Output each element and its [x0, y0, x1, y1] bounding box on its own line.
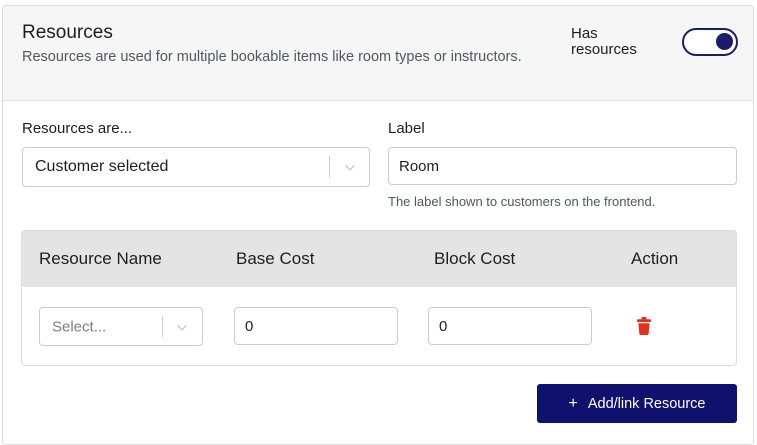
resources-panel: Resources Resources are used for multipl…	[2, 5, 754, 445]
resource-name-select[interactable]: Select...	[39, 307, 203, 346]
trash-icon[interactable]	[637, 317, 651, 335]
column-base-cost: Base Cost	[236, 249, 315, 268]
select-separator	[162, 316, 163, 337]
plus-icon: +	[568, 394, 578, 412]
chevron-down-icon	[344, 164, 356, 171]
label-input[interactable]	[388, 147, 737, 185]
panel-title: Resources	[22, 22, 113, 43]
toggle-knob	[716, 33, 733, 50]
table-row: Select...	[22, 287, 736, 365]
resources-are-value: Customer selected	[35, 158, 169, 175]
label-help-text: The label shown to customers on the fron…	[388, 194, 656, 209]
has-resources-toggle[interactable]	[682, 28, 738, 56]
has-resources-label: Has resources	[571, 25, 637, 58]
add-link-resource-button[interactable]: + Add/link Resource	[537, 384, 737, 423]
table-header: Resource Name Base Cost Block Cost Actio…	[22, 231, 736, 287]
column-resource-name: Resource Name	[39, 249, 162, 268]
resources-table: Resource Name Base Cost Block Cost Actio…	[21, 230, 737, 366]
chevron-down-icon	[176, 324, 188, 331]
add-link-resource-label: Add/link Resource	[587, 395, 706, 412]
label-field-label: Label	[388, 120, 425, 137]
column-action: Action	[631, 249, 679, 268]
block-cost-input[interactable]	[428, 307, 592, 345]
resource-name-placeholder: Select...	[52, 318, 107, 335]
base-cost-input[interactable]	[234, 307, 398, 345]
panel-description: Resources are used for multiple bookable…	[22, 49, 522, 65]
resources-are-label: Resources are...	[22, 120, 133, 137]
select-separator	[329, 156, 330, 178]
column-block-cost: Block Cost	[434, 249, 516, 268]
panel-header: Resources Resources are used for multipl…	[3, 6, 753, 101]
resources-are-select[interactable]: Customer selected	[22, 147, 370, 187]
